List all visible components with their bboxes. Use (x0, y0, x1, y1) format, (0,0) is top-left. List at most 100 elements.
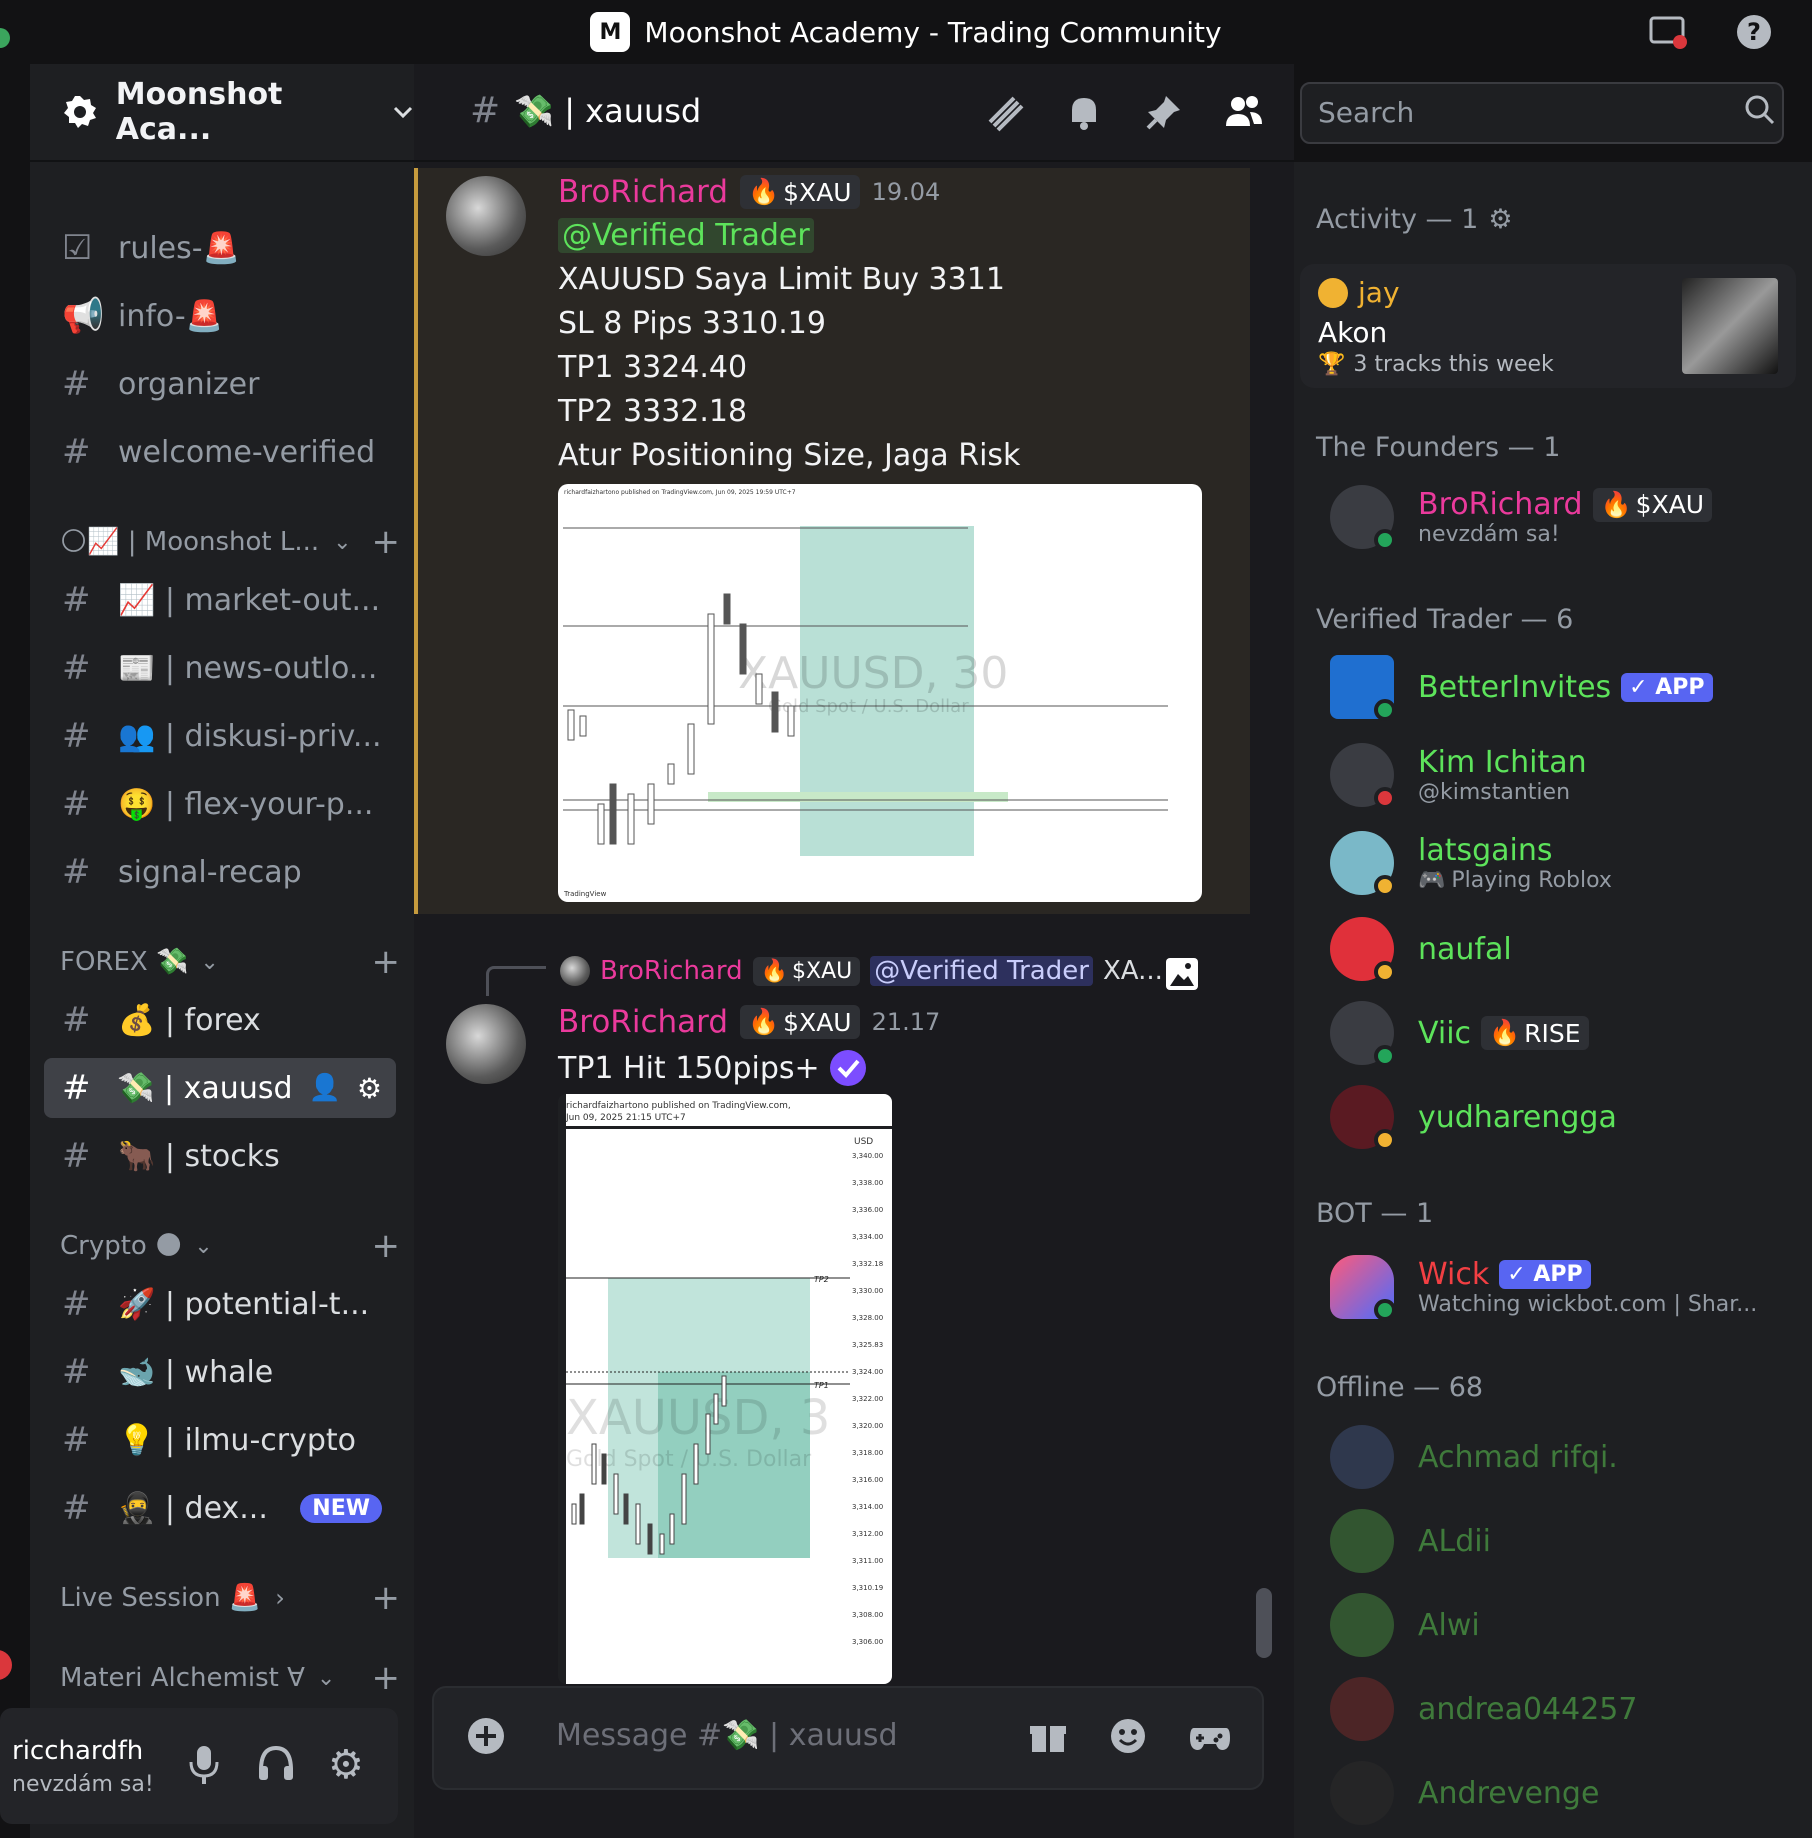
category-moonshot[interactable]: 🌕📈 | Moonshot L... ⌄ + (60, 520, 400, 564)
help-icon[interactable]: ? (1734, 12, 1774, 52)
link-icon (1330, 655, 1396, 721)
channel-xauusd[interactable]: # 💸 | xauusd 👤 ⚙ (44, 1058, 396, 1118)
avatar (1330, 1761, 1394, 1825)
role-tag-label: $XAU (783, 177, 852, 207)
member-item[interactable]: yudharengga (1330, 1082, 1800, 1152)
scrollbar[interactable] (1256, 1588, 1272, 1658)
add-channel-icon[interactable]: + (372, 1578, 401, 1618)
add-channel-icon[interactable]: + (372, 522, 401, 562)
member-item[interactable]: naufal (1330, 914, 1800, 984)
message-line: XAUUSD Saya Limit Buy 3311 (558, 262, 1005, 297)
member-item[interactable]: BetterInvites ✓ APP (1330, 652, 1800, 722)
member-list-icon[interactable] (1224, 92, 1264, 132)
add-channel-icon[interactable]: + (372, 1658, 401, 1698)
channel-label: 📈 | market-out... (118, 582, 381, 618)
role-tag: 🔥 $XAU (752, 956, 861, 986)
threads-icon[interactable] (984, 92, 1024, 132)
chart-image-2[interactable]: richardfaizhartono published on TradingV… (558, 1094, 892, 1684)
offline-header: Offline — 68 (1316, 1372, 1484, 1403)
activity-header-label: Activity — 1 (1316, 204, 1479, 235)
user-settings-icon[interactable]: ⚙ (328, 1742, 364, 1788)
checklist-icon: ☑ (62, 228, 93, 268)
category-crypto[interactable]: Crypto 🌑 ⌄ + (60, 1224, 400, 1268)
member-name: Andrevenge (1418, 1775, 1600, 1811)
headphones-icon[interactable] (256, 1742, 296, 1786)
member-item[interactable]: latsgains 🎮 Playing Roblox (1330, 828, 1800, 898)
channel-whale[interactable]: # 🐋 | whale (44, 1342, 396, 1402)
member-item[interactable]: ALdii (1330, 1506, 1800, 1576)
channel-signal-recap[interactable]: # signal-recap (44, 842, 396, 902)
channel-forex[interactable]: # 💰 | forex (44, 990, 396, 1050)
message-author[interactable]: BroRichard (558, 174, 728, 210)
channel-potential[interactable]: # 🚀 | potential-t... (44, 1274, 396, 1334)
member-item[interactable]: BroRichard 🔥 $XAU nevzdám sa! (1330, 482, 1800, 552)
add-attachment-icon[interactable] (466, 1716, 506, 1756)
server-header[interactable]: Moonshot Aca... (30, 64, 414, 162)
category-forex[interactable]: FOREX 💸 ⌄ + (60, 940, 400, 984)
message-line: Atur Positioning Size, Jaga Risk (558, 438, 1021, 473)
add-channel-icon[interactable]: + (372, 942, 401, 982)
wick-bot-icon (1330, 1255, 1396, 1321)
member-sub: Playing Roblox (1451, 868, 1612, 893)
channel-welcome-verified[interactable]: # welcome-verified (44, 422, 396, 482)
pin-icon[interactable] (1144, 92, 1184, 132)
mention[interactable]: @Verified Trader (558, 218, 814, 253)
channel-organizer[interactable]: # organizer (44, 354, 396, 414)
flame-icon: 🔥 (1489, 1018, 1521, 1047)
category-materi[interactable]: Materi Alchemist ∀ ⌄ + (60, 1656, 400, 1700)
member-item[interactable]: Viic 🔥 RISE (1330, 998, 1800, 1068)
reply-preview[interactable]: BroRichard 🔥 $XAU @Verified Trader XA... (560, 956, 1163, 986)
avatar (1330, 831, 1396, 897)
add-channel-icon[interactable]: + (372, 1226, 401, 1266)
flame-icon: 🔥 (760, 958, 788, 984)
emoji-icon[interactable] (1108, 1716, 1148, 1756)
avatar[interactable] (446, 176, 526, 256)
hash-icon: # (470, 90, 501, 131)
member-item[interactable]: Kim Ichitan @kimstantien (1330, 740, 1800, 810)
invite-icon[interactable]: 👤 (309, 1073, 341, 1103)
avatar (1330, 743, 1396, 809)
microphone-icon[interactable] (184, 1742, 224, 1786)
avatar (1330, 1509, 1394, 1573)
channel-title-label: 💸 | xauusd (514, 91, 702, 130)
message-input[interactable]: Message #💸 | xauusd (556, 1718, 898, 1753)
trophy-icon: 🏆 (1318, 352, 1346, 377)
bell-icon[interactable] (1064, 92, 1104, 132)
activity-user-name: jay (1358, 276, 1400, 309)
channel-title: # 💸 | xauusd (470, 90, 701, 131)
channel-label: rules-🚨 (118, 230, 240, 266)
window-title-wrap: M Moonshot Academy - Trading Community (0, 0, 1812, 64)
channel-dex[interactable]: # 🥷 | dex... NEW (44, 1478, 396, 1538)
channel-flex[interactable]: # 🤑 | flex-your-p... (44, 774, 396, 834)
member-item[interactable]: Alwi (1330, 1590, 1800, 1660)
member-sub: Watching wickbot.com | Shar... (1418, 1292, 1758, 1317)
category-live-session[interactable]: Live Session 🚨 › + (60, 1576, 400, 1620)
gamepad-icon[interactable] (1188, 1716, 1232, 1756)
gear-icon[interactable]: ⚙ (1488, 204, 1512, 235)
gear-icon[interactable]: ⚙ (357, 1072, 382, 1105)
channel-diskusi[interactable]: # 👥 | diskusi-priv... (44, 706, 396, 766)
role-tag-label: RISE (1524, 1018, 1581, 1048)
member-item[interactable]: Achmad rifqi. (1330, 1422, 1800, 1492)
channel-market-outlook[interactable]: # 📈 | market-out... (44, 570, 396, 630)
channel-ilmu-crypto[interactable]: # 💡 | ilmu-crypto (44, 1410, 396, 1470)
channel-rules[interactable]: ☑ rules-🚨 (44, 218, 396, 278)
avatar[interactable] (446, 1004, 526, 1084)
member-item[interactable]: andrea044257 (1330, 1674, 1800, 1744)
channel-info[interactable]: 📢 info-🚨 (44, 286, 396, 346)
channel-news-outlook[interactable]: # 📰 | news-outlo... (44, 638, 396, 698)
message-author[interactable]: BroRichard (558, 1004, 728, 1040)
user-name[interactable]: ricchardfh (12, 1736, 143, 1766)
channel-stocks[interactable]: # 🐂 | stocks (44, 1126, 396, 1186)
chart-image[interactable]: richardfaizhartono published on TradingV… (558, 484, 1202, 902)
gift-icon[interactable] (1028, 1716, 1068, 1756)
channel-label: 🐂 | stocks (118, 1138, 280, 1174)
member-name: ALdii (1418, 1523, 1491, 1559)
hash-icon: # (62, 784, 91, 824)
member-item[interactable]: Andrevenge (1330, 1758, 1800, 1828)
category-label: FOREX 💸 (60, 947, 189, 977)
screen-share-icon[interactable] (1648, 12, 1688, 52)
founders-header: The Founders — 1 (1316, 432, 1561, 463)
hash-icon: # (62, 1136, 91, 1176)
member-item[interactable]: Wick ✓ APP Watching wickbot.com | Shar..… (1330, 1252, 1800, 1322)
